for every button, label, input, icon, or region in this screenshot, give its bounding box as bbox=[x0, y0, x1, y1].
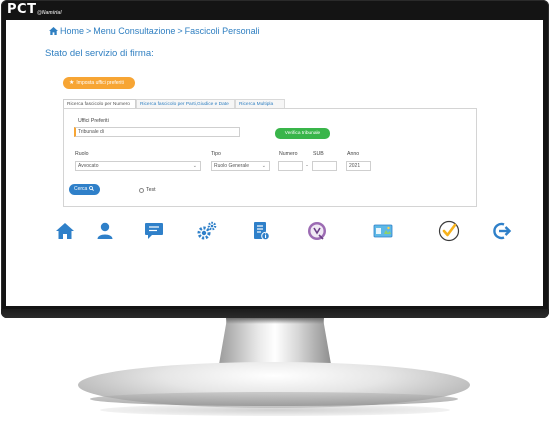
tipo-select[interactable]: Ruolo Generale ⌄ bbox=[211, 161, 270, 171]
stand-shadow bbox=[226, 318, 324, 324]
document-info-icon[interactable] bbox=[250, 220, 272, 242]
breadcrumb: Home > Menu Consultazione > Fascicoli Person… bbox=[49, 26, 260, 37]
search-button-label: Cerca bbox=[74, 186, 88, 192]
ruolo-value: Avvocato bbox=[78, 163, 99, 169]
monitor-chin bbox=[1, 309, 549, 318]
page-title: Stato del servizio di firma: bbox=[45, 48, 154, 59]
star-icon: ★ bbox=[69, 80, 75, 86]
ruolo-label: Ruolo bbox=[75, 151, 89, 157]
breadcrumb-home[interactable]: Home bbox=[60, 26, 84, 36]
home-icon[interactable] bbox=[54, 220, 76, 242]
breadcrumb-fascicoli-personali: Fascicoli Personali bbox=[184, 26, 260, 36]
search-form-panel: Uffici Preferiti Tribunale di Verifica t… bbox=[63, 108, 477, 207]
chat-icon[interactable] bbox=[143, 220, 165, 242]
chevron-down-icon: ⌄ bbox=[261, 163, 266, 169]
search-icon bbox=[89, 186, 95, 191]
monitor-frame: PCT @Namirial Home > Menu Consultazione > Fa… bbox=[1, 0, 549, 318]
sub-field[interactable] bbox=[312, 161, 337, 171]
verify-court-button[interactable]: Verifica tribunale bbox=[275, 128, 330, 139]
namirial-badge-icon[interactable] bbox=[306, 220, 328, 242]
test-label: Test bbox=[146, 187, 156, 193]
breadcrumb-separator: > bbox=[86, 26, 92, 36]
numero-field[interactable] bbox=[278, 161, 303, 171]
sub-label: SUB bbox=[313, 151, 324, 157]
favorite-offices-label: Uffici Preferiti bbox=[78, 118, 109, 124]
chevron-down-icon: ⌄ bbox=[192, 163, 197, 169]
id-card-icon[interactable] bbox=[372, 220, 394, 242]
favorite-offices-field[interactable]: Tribunale di bbox=[74, 127, 240, 137]
anno-label: Anno bbox=[347, 151, 360, 157]
breadcrumb-menu-consultazione[interactable]: Menu Consultazione bbox=[93, 26, 175, 36]
anno-field[interactable]: 2021 bbox=[346, 161, 371, 171]
sub-separator: - bbox=[306, 163, 308, 169]
user-icon[interactable] bbox=[94, 220, 116, 242]
tipo-value: Ruolo Generale bbox=[214, 163, 250, 169]
set-favorite-offices-label: Imposta uffici preferiti bbox=[76, 80, 124, 86]
tipo-label: Tipo bbox=[211, 151, 221, 157]
set-favorite-offices-button[interactable]: ★ Imposta uffici preferiti bbox=[63, 77, 135, 89]
breadcrumb-separator: > bbox=[177, 26, 183, 36]
monitor-screen: Home > Menu Consultazione > Fascicoli Person… bbox=[6, 20, 543, 306]
stage: PCT @Namirial Home > Menu Consultazione > Fa… bbox=[0, 0, 550, 428]
gears-icon[interactable] bbox=[196, 220, 218, 242]
logout-icon[interactable] bbox=[491, 220, 513, 242]
numero-label: Numero bbox=[279, 151, 298, 157]
ruolo-select[interactable]: Avvocato ⌄ bbox=[75, 161, 201, 171]
stand-base-edge bbox=[90, 392, 458, 406]
test-radio[interactable] bbox=[139, 188, 144, 193]
bezel-logo-sub: @Namirial bbox=[37, 10, 62, 16]
search-button[interactable]: Cerca bbox=[69, 184, 100, 195]
bezel-logo: PCT bbox=[7, 2, 37, 17]
home-icon[interactable] bbox=[49, 27, 58, 35]
checkmark-icon[interactable] bbox=[438, 220, 460, 242]
